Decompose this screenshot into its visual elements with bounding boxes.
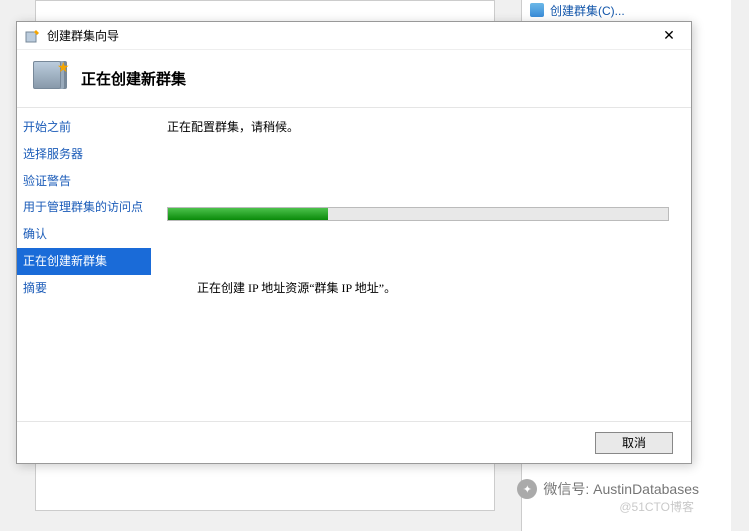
- background-menu-item[interactable]: 创建群集(C)...: [521, 0, 731, 20]
- progress-detail: 正在创建 IP 地址资源“群集 IP 地址”。: [167, 279, 669, 296]
- sidebar-step-2[interactable]: 验证警告: [17, 168, 151, 195]
- sidebar-step-1[interactable]: 选择服务器: [17, 141, 151, 168]
- progress-bar: [167, 207, 669, 221]
- wizard-header: ★ 正在创建新群集: [17, 50, 691, 108]
- wizard-header-title: 正在创建新群集: [81, 68, 186, 89]
- titlebar: 创建群集向导 ✕: [17, 22, 691, 50]
- wizard-dialog: 创建群集向导 ✕ ★ 正在创建新群集 开始之前选择服务器验证警告用于管理群集的访…: [16, 21, 692, 464]
- cluster-icon: [530, 3, 544, 17]
- close-icon: ✕: [663, 27, 675, 44]
- wizard-sidebar: 开始之前选择服务器验证警告用于管理群集的访问点确认正在创建新群集摘要: [17, 108, 151, 421]
- sidebar-step-6[interactable]: 摘要: [17, 275, 151, 302]
- wizard-body: 开始之前选择服务器验证警告用于管理群集的访问点确认正在创建新群集摘要 正在配置群…: [17, 108, 691, 421]
- close-button[interactable]: ✕: [647, 22, 691, 50]
- progress-fill: [168, 208, 328, 220]
- wizard-icon: [25, 28, 41, 44]
- sidebar-step-4[interactable]: 确认: [17, 221, 151, 248]
- sidebar-step-5[interactable]: 正在创建新群集: [17, 248, 151, 275]
- wizard-footer: 取消: [17, 421, 691, 463]
- wizard-main: 正在配置群集，请稍候。 正在创建 IP 地址资源“群集 IP 地址”。: [151, 108, 691, 421]
- sidebar-step-3[interactable]: 用于管理群集的访问点: [17, 194, 151, 221]
- dialog-title: 创建群集向导: [47, 27, 647, 44]
- cancel-button[interactable]: 取消: [595, 432, 673, 454]
- cluster-header-icon: ★: [33, 61, 69, 97]
- status-text: 正在配置群集，请稍候。: [167, 118, 669, 135]
- background-menu-label: 创建群集(C)...: [550, 2, 625, 19]
- sidebar-step-0[interactable]: 开始之前: [17, 114, 151, 141]
